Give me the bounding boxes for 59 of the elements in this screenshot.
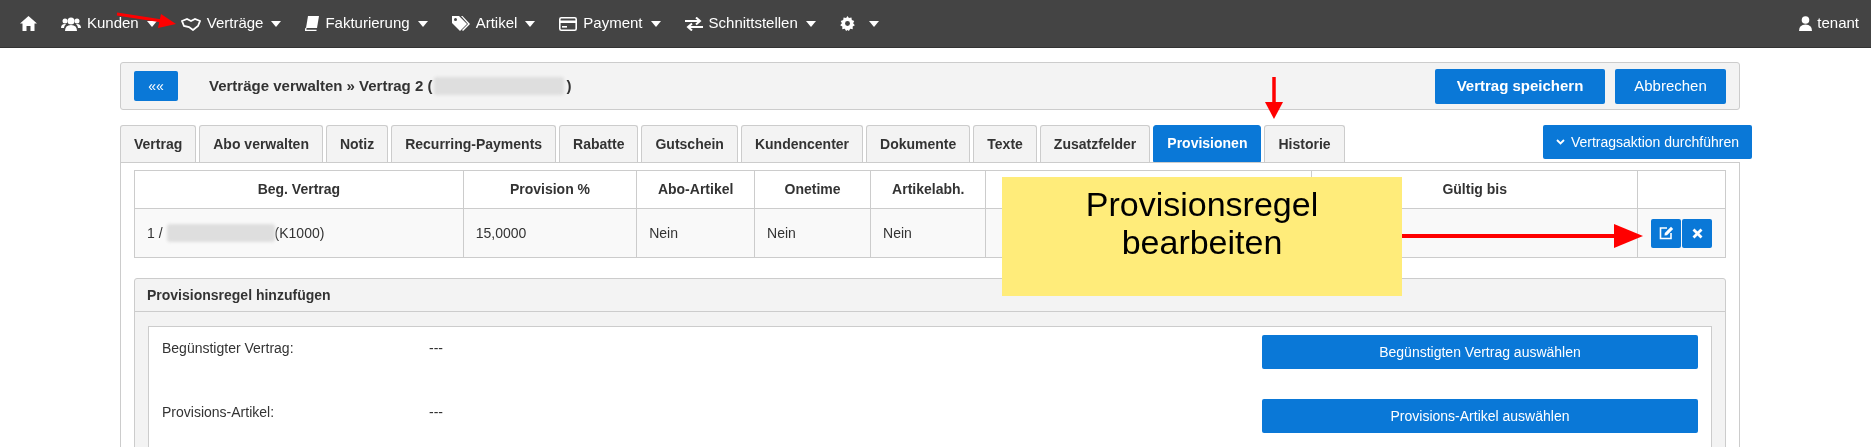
tab[interactable]: Rabatte bbox=[559, 125, 639, 162]
nav-menu-item[interactable]: Schnittstellen bbox=[672, 0, 828, 47]
chevron-down-icon bbox=[1555, 139, 1565, 145]
select-button[interactable]: Provisions-Artikel auswählen bbox=[1262, 399, 1698, 433]
save-button[interactable]: Vertrag speichern bbox=[1435, 68, 1605, 104]
tab[interactable]: Notiz bbox=[325, 125, 389, 162]
tab[interactable]: Zusatzfelder bbox=[1039, 125, 1151, 162]
delete-button[interactable] bbox=[1682, 218, 1713, 248]
page-title-end: ) bbox=[566, 75, 572, 96]
tab[interactable]: Historie bbox=[1264, 125, 1345, 162]
credit-card-icon bbox=[559, 16, 578, 31]
handshake-icon bbox=[180, 16, 201, 31]
tab[interactable]: Abo verwalten bbox=[199, 125, 323, 162]
column-header: Abo-Artikel bbox=[636, 170, 755, 209]
tab[interactable]: Vertrag bbox=[120, 125, 197, 162]
nav-menu-item[interactable]: Verträge bbox=[168, 0, 294, 47]
callout-note: Provisionsregel bearbeiten bbox=[1002, 177, 1402, 296]
exchange-arrows-icon bbox=[684, 16, 703, 31]
annotation-arrow bbox=[1265, 77, 1283, 119]
table-cell: Nein bbox=[870, 208, 986, 258]
edit-icon bbox=[1658, 226, 1674, 240]
tab[interactable]: Provisionen bbox=[1153, 125, 1262, 162]
field-label: Provisions-Artikel: bbox=[162, 403, 276, 422]
user-menu[interactable]: tenant bbox=[1799, 12, 1863, 35]
table-cell: Nein bbox=[754, 208, 871, 258]
tab[interactable]: Texte bbox=[973, 125, 1037, 162]
column-header: Provision % bbox=[463, 170, 637, 209]
nav-menu-item[interactable]: Artikel bbox=[439, 0, 548, 47]
column-header: Artikelabh. bbox=[870, 170, 986, 209]
settings-icon[interactable] bbox=[839, 16, 855, 31]
field-label: Begünstigter Vertrag: bbox=[162, 339, 295, 358]
user-icon bbox=[1799, 16, 1813, 31]
home-icon[interactable] bbox=[20, 16, 37, 31]
nav-menu-item[interactable]: Payment bbox=[547, 0, 673, 47]
table-cell-text: (K1000) bbox=[274, 223, 325, 243]
table-cell: Nein bbox=[636, 208, 755, 258]
page-title: Verträge verwalten » Vertrag 2 ( bbox=[209, 75, 433, 96]
close-icon bbox=[1691, 227, 1703, 239]
select-button[interactable]: Begünstigten Vertrag auswählen bbox=[1262, 335, 1698, 369]
column-header: Onetime bbox=[754, 170, 871, 209]
field-value: --- bbox=[429, 339, 443, 358]
form-title: Provisionsregel hinzufügen bbox=[147, 285, 331, 305]
tab[interactable]: Dokumente bbox=[866, 125, 971, 162]
tab[interactable]: Kundencenter bbox=[740, 125, 864, 162]
action-dropdown-button[interactable]: Vertragsaktion durchführen bbox=[1542, 125, 1752, 159]
edit-button[interactable] bbox=[1651, 218, 1682, 248]
field-value: --- bbox=[429, 403, 443, 422]
nav-menu-item[interactable]: Kunden bbox=[49, 0, 169, 47]
users-icon bbox=[61, 16, 81, 31]
nav-menu-item[interactable]: Fakturierung bbox=[293, 0, 440, 47]
column-header: Beg. Vertrag bbox=[134, 170, 464, 209]
tab[interactable]: Recurring-Payments bbox=[391, 125, 557, 162]
table-cell-text: 1 / bbox=[147, 223, 163, 243]
cancel-button[interactable]: Abbrechen bbox=[1615, 68, 1726, 104]
book-icon bbox=[305, 16, 320, 31]
tab[interactable]: Gutschein bbox=[641, 125, 738, 162]
tags-icon bbox=[451, 16, 470, 31]
back-button[interactable]: «« bbox=[134, 71, 178, 101]
table-cell: 15,0000 bbox=[463, 208, 637, 258]
